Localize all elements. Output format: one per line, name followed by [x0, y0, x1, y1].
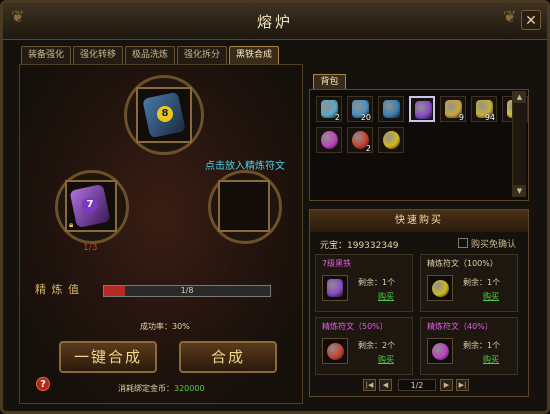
- prev-page-button[interactable]: ◀: [379, 379, 392, 391]
- success-rate: 成功率：30%: [140, 322, 190, 331]
- result-slot[interactable]: 8: [136, 87, 192, 143]
- help-button[interactable]: ?: [36, 377, 50, 391]
- first-page-button[interactable]: |◀: [363, 379, 376, 391]
- refine-rune-icon: [383, 131, 400, 149]
- item-name: 精炼符文（100%）: [427, 259, 498, 268]
- cost-text: 消耗绑定金币：320000: [118, 383, 205, 394]
- item-count: 2: [334, 113, 340, 122]
- gem-level-badge: 7: [82, 197, 98, 213]
- buy-link[interactable]: 购买: [378, 291, 394, 302]
- refine-value-label: 精 炼 值: [35, 283, 80, 296]
- gem-level-badge: 8: [157, 106, 173, 122]
- bag-grid: 2 20 9 94 2: [309, 89, 529, 201]
- refine-progress-text: 1/8: [180, 286, 194, 295]
- forge-window: ❦ ❦ 熔炉 ✕ 装备强化 强化转移 极品洗炼 强化拆分 黑铁合成 8 7 🔒︎…: [0, 0, 550, 414]
- item-name: 精炼符文（40%）: [427, 322, 493, 331]
- item-icon-slot[interactable]: [427, 275, 453, 301]
- tab-black-iron-compose[interactable]: 黑铁合成: [229, 46, 279, 64]
- tab-refine-wash[interactable]: 极品洗炼: [125, 46, 175, 64]
- item-icon-slot[interactable]: [427, 338, 453, 364]
- refine-progress-bar: 1/8: [103, 285, 271, 297]
- black-iron-gem-icon: [327, 279, 343, 297]
- tab-enhance-split[interactable]: 强化拆分: [177, 46, 227, 64]
- bag-slot[interactable]: 94: [471, 96, 497, 122]
- material-slot[interactable]: 7 🔒︎: [65, 180, 117, 232]
- buy-link[interactable]: 购买: [483, 354, 499, 365]
- buy-link[interactable]: 购买: [378, 354, 394, 365]
- currency-balance: 元宝：199332349: [320, 241, 399, 251]
- close-button[interactable]: ✕: [521, 10, 541, 30]
- refine-rune-icon: [327, 343, 344, 360]
- tab-equip-enhance[interactable]: 装备强化: [21, 46, 71, 64]
- tab-bag[interactable]: 背包: [313, 74, 346, 90]
- item-icon-slot[interactable]: [322, 275, 348, 301]
- quick-buy-panel: 快速购买 元宝：199332349 购买免确认 7级黑铁 剩余：1个 购买 精炼…: [309, 209, 529, 397]
- item-name: 精炼符文（50%）: [322, 322, 388, 331]
- cost-label: 消耗绑定金币：: [118, 384, 174, 393]
- quick-buy-header: 快速购买: [310, 210, 528, 232]
- refine-rune-icon: [432, 343, 449, 360]
- bag-slot[interactable]: [316, 127, 342, 153]
- item-icon-slot[interactable]: [322, 338, 348, 364]
- no-confirm-label: 购买免确认: [471, 240, 517, 250]
- refine-rune-icon: [321, 131, 338, 149]
- bag-slot[interactable]: [409, 96, 435, 122]
- item-remaining: 剩余：1个: [463, 341, 501, 350]
- item-remaining: 剩余：1个: [358, 278, 396, 287]
- item-count: 20: [360, 113, 371, 122]
- last-page-button[interactable]: ▶|: [456, 379, 469, 391]
- next-page-button[interactable]: ▶: [440, 379, 453, 391]
- refine-rune-icon: [432, 280, 449, 297]
- quick-buy-item: 精炼符文（40%） 剩余：1个 购买: [420, 317, 518, 375]
- item-remaining: 剩余：2个: [358, 341, 396, 350]
- close-icon: ✕: [525, 13, 537, 29]
- rune-slot[interactable]: [218, 180, 270, 232]
- bag-slot[interactable]: 2: [347, 127, 373, 153]
- no-confirm-checkbox[interactable]: [458, 238, 468, 248]
- page-indicator: 1/2: [398, 379, 436, 391]
- item-count: 2: [365, 144, 371, 153]
- item-name: 7级黑铁: [322, 259, 352, 268]
- rune-hint: 点击放入精炼符文: [205, 161, 285, 172]
- item-count: 9: [458, 113, 464, 122]
- bag-slot[interactable]: 2: [316, 96, 342, 122]
- tab-enhance-transfer[interactable]: 强化转移: [73, 46, 123, 64]
- item-count: 94: [484, 113, 495, 122]
- quick-buy-item: 精炼符文（100%） 剩余：1个 购买: [420, 254, 518, 312]
- item-remaining: 剩余：1个: [463, 278, 501, 287]
- material-count: 1/3: [83, 243, 98, 253]
- cost-value: 320000: [174, 384, 205, 393]
- one-click-compose-button[interactable]: 一键合成: [59, 341, 157, 373]
- black-iron-gem-icon: [383, 100, 400, 118]
- black-iron-gem-icon: [415, 101, 432, 119]
- buy-link[interactable]: 购买: [483, 291, 499, 302]
- bag-scrollbar[interactable]: ▲ ▼: [512, 91, 526, 197]
- scroll-up-icon[interactable]: ▲: [513, 91, 526, 103]
- quick-buy-item: 精炼符文（50%） 剩余：2个 购买: [315, 317, 413, 375]
- quick-buy-item: 7级黑铁 剩余：1个 购买: [315, 254, 413, 312]
- bag-slot[interactable]: [378, 127, 404, 153]
- lock-icon: 🔒︎: [69, 220, 74, 229]
- bag-slot[interactable]: 20: [347, 96, 373, 122]
- scroll-down-icon[interactable]: ▼: [513, 185, 526, 197]
- bag-slot[interactable]: 9: [440, 96, 466, 122]
- window-title: 熔炉: [256, 13, 293, 31]
- bag-slot[interactable]: [378, 96, 404, 122]
- title-bar: ❦ ❦ 熔炉 ✕: [3, 3, 547, 40]
- compose-button[interactable]: 合成: [179, 341, 277, 373]
